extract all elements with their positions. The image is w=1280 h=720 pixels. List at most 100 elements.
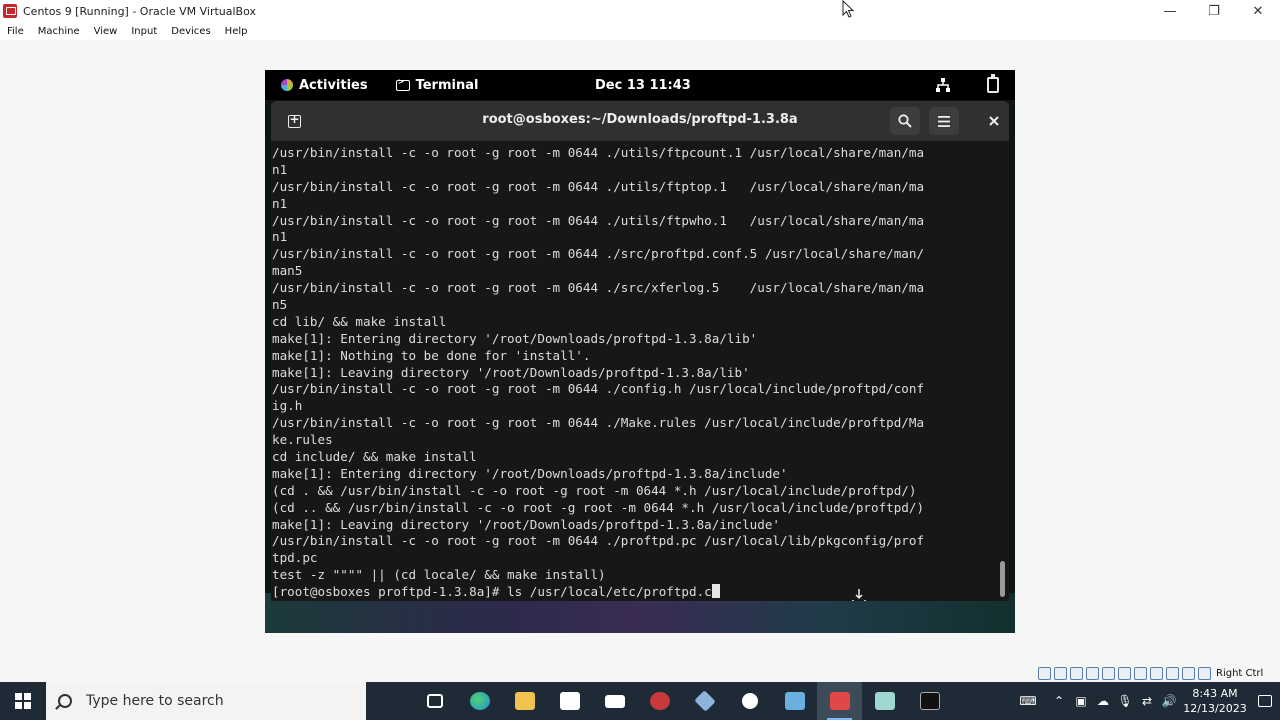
display-icon[interactable] [1134,666,1147,680]
taskbar-app-circle[interactable] [637,682,682,720]
menu-file[interactable]: File [0,26,31,37]
app-menu-terminal[interactable]: Terminal [395,77,479,93]
taskbar-cmd[interactable] [907,682,952,720]
search-icon [58,694,72,708]
vbox-statusbar: Right Ctrl [1038,664,1263,682]
terminal-lines: /usr/bin/install -c -o root -g root -m 0… [272,145,1000,601]
terminal-line: ig.h [272,398,303,414]
usb-icon[interactable] [1102,666,1115,680]
terminal-line: n1 [272,195,288,211]
typed-command[interactable]: ls /usr/local/etc/proftpd.c [507,584,712,599]
taskbar-clock[interactable]: 8:43 AM 12/13/2023 [1180,686,1250,716]
taskbar-3d-box[interactable] [682,682,727,720]
hard-disk-icon[interactable] [1038,666,1051,680]
keyboard-tray-icon[interactable]: ⌨ [1008,682,1048,720]
terminal-line: /usr/bin/install -c -o root -g root -m 0… [272,381,925,397]
hamburger-icon [938,115,950,127]
chevron-up-icon[interactable]: ⌃ [1048,682,1070,720]
network-tray-icon[interactable]: ⇄ [1136,682,1158,720]
edge-icon [469,692,490,710]
shared-folders-icon[interactable] [1118,666,1131,680]
vbox-titlebar: Centos 9 [Running] - Oracle VM VirtualBo… [0,0,1280,22]
terminal-line: /usr/bin/install -c -o root -g root -m 0… [272,415,925,431]
restore-button[interactable]: ❐ [1192,0,1236,22]
terminal-close-button[interactable] [979,107,1009,135]
terminal-line: tpd.pc [272,550,318,566]
terminal-line: /usr/bin/install -c -o root -g root -m 0… [272,533,925,549]
taskbar-notepad[interactable] [862,682,907,720]
minimize-button[interactable]: — [1148,0,1192,22]
taskbar-store[interactable] [547,682,592,720]
menu-view[interactable]: View [87,26,125,37]
keyboard-icon[interactable] [1198,666,1211,680]
taskbar-edge[interactable] [457,682,502,720]
virtualbox-icon [3,4,17,18]
terminal-icon [395,77,410,91]
terminal-scrollbar[interactable] [1000,561,1005,597]
activities-button[interactable]: Activities [281,78,368,93]
cloud-icon[interactable]: ☁ [1092,682,1114,720]
guest-screen[interactable]: Activities Terminal Dec 13 11:43 root@os… [265,70,1015,633]
window-title: Centos 9 [Running] - Oracle VM VirtualBo… [23,4,256,18]
hamburger-menu-button[interactable] [929,107,959,135]
taskbar-virtualbox[interactable] [817,682,862,720]
taskbar-remote-desktop[interactable] [772,682,817,720]
search-button[interactable] [890,107,920,135]
audio-icon[interactable] [1070,666,1083,680]
vbox-menubar: File Machine View Input Devices Help [0,22,1280,40]
network-icon[interactable] [935,77,951,93]
terminal-line: n5 [272,297,288,313]
volume-icon[interactable]: 🔊 [1158,682,1180,720]
terminal-line: make[1]: Leaving directory '/root/Downlo… [272,364,750,380]
cube-icon [693,690,716,712]
taskbar-search-box[interactable]: Type here to search [46,682,366,720]
cpu-icon[interactable] [1166,666,1179,680]
network-adapter-icon[interactable] [1086,666,1099,680]
terminal-line: test -z """" || (cd locale/ && make inst… [272,567,606,583]
terminal-line: cd include/ && make install [272,449,477,465]
menu-machine[interactable]: Machine [31,26,87,37]
folder-icon [514,692,535,710]
taskbar-file-explorer[interactable] [502,682,547,720]
terminal-line: ke.rules [272,432,333,448]
notification-button[interactable] [1250,682,1280,720]
gnome-top-bar: Activities Terminal Dec 13 11:43 [265,70,1015,100]
terminal-line: make[1]: Leaving directory '/root/Downlo… [272,516,780,532]
close-icon [989,116,999,126]
start-button[interactable] [0,682,46,720]
mouse-integration-icon[interactable] [1182,666,1195,680]
taskbar-settings[interactable] [727,682,772,720]
mail-icon [604,694,625,708]
battery-icon[interactable] [987,74,999,93]
terminal-line: man5 [272,263,303,279]
shell-prompt: [root@osboxes proftpd-1.3.8a]# [272,584,508,600]
remote-desktop-icon [784,692,805,710]
windows-taskbar: Type here to search ⌨ ⌃ ▣ ☁ 🎙 ⇄ 🔊 8:43 A… [0,682,1280,720]
menu-input[interactable]: Input [124,26,164,37]
terminal-line: make[1]: Entering directory '/root/Downl… [272,330,758,346]
taskbar-mail[interactable] [592,682,637,720]
microphone-icon[interactable]: 🎙 [1114,682,1136,720]
gnome-clock[interactable]: Dec 13 11:43 [595,78,691,93]
terminal-prompt-line: [root@osboxes proftpd-1.3.8a]# ls /usr/l… [272,584,1000,601]
menu-help[interactable]: Help [218,26,255,37]
notification-icon [1258,695,1272,707]
task-view-button[interactable] [412,682,457,720]
terminal-output[interactable]: /usr/bin/install -c -o root -g root -m 0… [271,141,1009,601]
terminal-line: /usr/bin/install -c -o root -g root -m 0… [272,178,925,194]
search-placeholder: Type here to search [86,693,224,709]
terminal-headerbar: root@osboxes:~/Downloads/proftpd-1.3.8a [271,101,1009,141]
recording-icon[interactable] [1150,666,1163,680]
clock-date: 12/13/2023 [1183,702,1247,715]
app-menu-label: Terminal [415,77,479,93]
menu-devices[interactable]: Devices [164,26,217,37]
notepad-icon [874,692,895,710]
guest-mouse-cursor-icon [852,589,866,601]
host-key-label: Right Ctrl [1216,667,1264,679]
tray-app-icon[interactable]: ▣ [1070,682,1092,720]
terminal-line: /usr/bin/install -c -o root -g root -m 0… [272,145,925,160]
terminal-line: n1 [272,229,288,245]
window-controls: — ❐ ✕ [1148,0,1280,22]
optical-drive-icon[interactable] [1054,666,1067,680]
close-button[interactable]: ✕ [1236,0,1280,22]
